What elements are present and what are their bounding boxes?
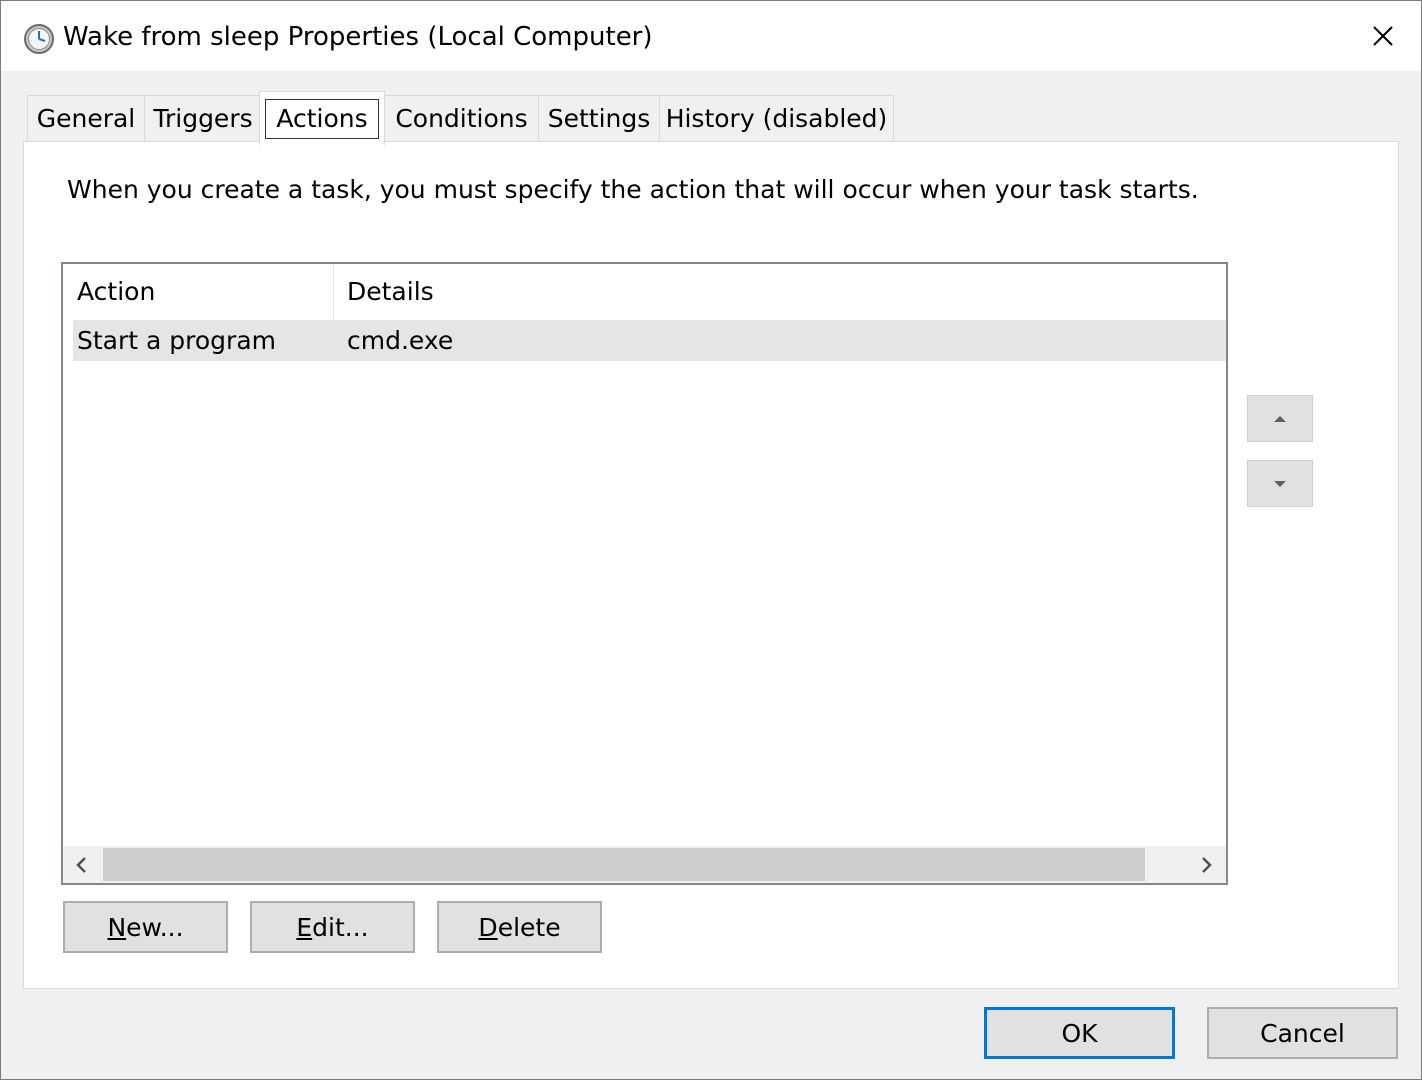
- tab-label: Settings: [547, 104, 651, 133]
- column-header-details[interactable]: Details: [334, 264, 1214, 320]
- button-label: Cancel: [1260, 1018, 1345, 1048]
- new-action-button[interactable]: New...: [63, 901, 228, 953]
- button-label: New...: [107, 913, 183, 942]
- edit-action-button[interactable]: Edit...: [250, 901, 415, 953]
- move-down-button[interactable]: [1247, 460, 1313, 507]
- actions-list[interactable]: Action Details Start a program cmd.exe: [61, 262, 1228, 885]
- tab-general[interactable]: General: [27, 95, 145, 141]
- tab-label: History (disabled): [665, 104, 888, 133]
- tab-history[interactable]: History (disabled): [659, 95, 894, 141]
- tab-label: General: [36, 104, 136, 133]
- title-bar: Wake from sleep Properties (Local Comput…: [1, 1, 1421, 71]
- properties-dialog: Wake from sleep Properties (Local Comput…: [0, 0, 1422, 1080]
- column-header-label: Details: [347, 277, 434, 306]
- table-row[interactable]: Start a program cmd.exe: [73, 320, 1226, 361]
- mnemonic-key: E: [296, 912, 313, 942]
- triangle-up-icon: [1274, 415, 1286, 422]
- tab-label: Conditions: [395, 104, 528, 133]
- button-label: OK: [1061, 1018, 1098, 1048]
- close-icon: [1373, 26, 1393, 46]
- column-header-label: Action: [77, 277, 156, 306]
- tab-label: Triggers: [153, 104, 253, 133]
- actions-description: When you create a task, you must specify…: [67, 175, 1199, 204]
- mnemonic-key: N: [107, 912, 127, 942]
- button-label: Delete: [478, 913, 560, 942]
- column-header-action[interactable]: Action: [63, 264, 333, 320]
- ok-button[interactable]: OK: [984, 1007, 1175, 1059]
- window-title: Wake from sleep Properties (Local Comput…: [63, 22, 653, 52]
- label-rest: ew...: [126, 912, 184, 942]
- label-rest: elete: [497, 912, 561, 942]
- scrollbar-thumb[interactable]: [103, 848, 1145, 881]
- close-button[interactable]: [1347, 1, 1419, 71]
- mnemonic-key: D: [478, 912, 498, 942]
- scroll-right-button[interactable]: [1186, 846, 1226, 883]
- label-rest: dit...: [312, 912, 369, 942]
- triangle-down-icon: [1274, 480, 1286, 487]
- move-up-button[interactable]: [1247, 395, 1313, 442]
- scroll-left-button[interactable]: [63, 846, 101, 883]
- clock-icon: [23, 23, 55, 55]
- tab-settings[interactable]: Settings: [538, 95, 660, 141]
- button-label: Edit...: [296, 913, 368, 942]
- tab-conditions[interactable]: Conditions: [384, 95, 539, 141]
- row-details: cmd.exe: [347, 326, 454, 355]
- chevron-left-icon: [76, 856, 86, 873]
- delete-action-button[interactable]: Delete: [437, 901, 602, 953]
- tab-label: Actions: [265, 98, 379, 139]
- chevron-right-icon: [1202, 856, 1212, 873]
- horizontal-scrollbar[interactable]: [63, 846, 1226, 883]
- tab-triggers[interactable]: Triggers: [144, 95, 262, 141]
- tab-actions[interactable]: Actions: [259, 91, 385, 145]
- row-action: Start a program: [77, 326, 276, 355]
- cancel-button[interactable]: Cancel: [1207, 1007, 1398, 1059]
